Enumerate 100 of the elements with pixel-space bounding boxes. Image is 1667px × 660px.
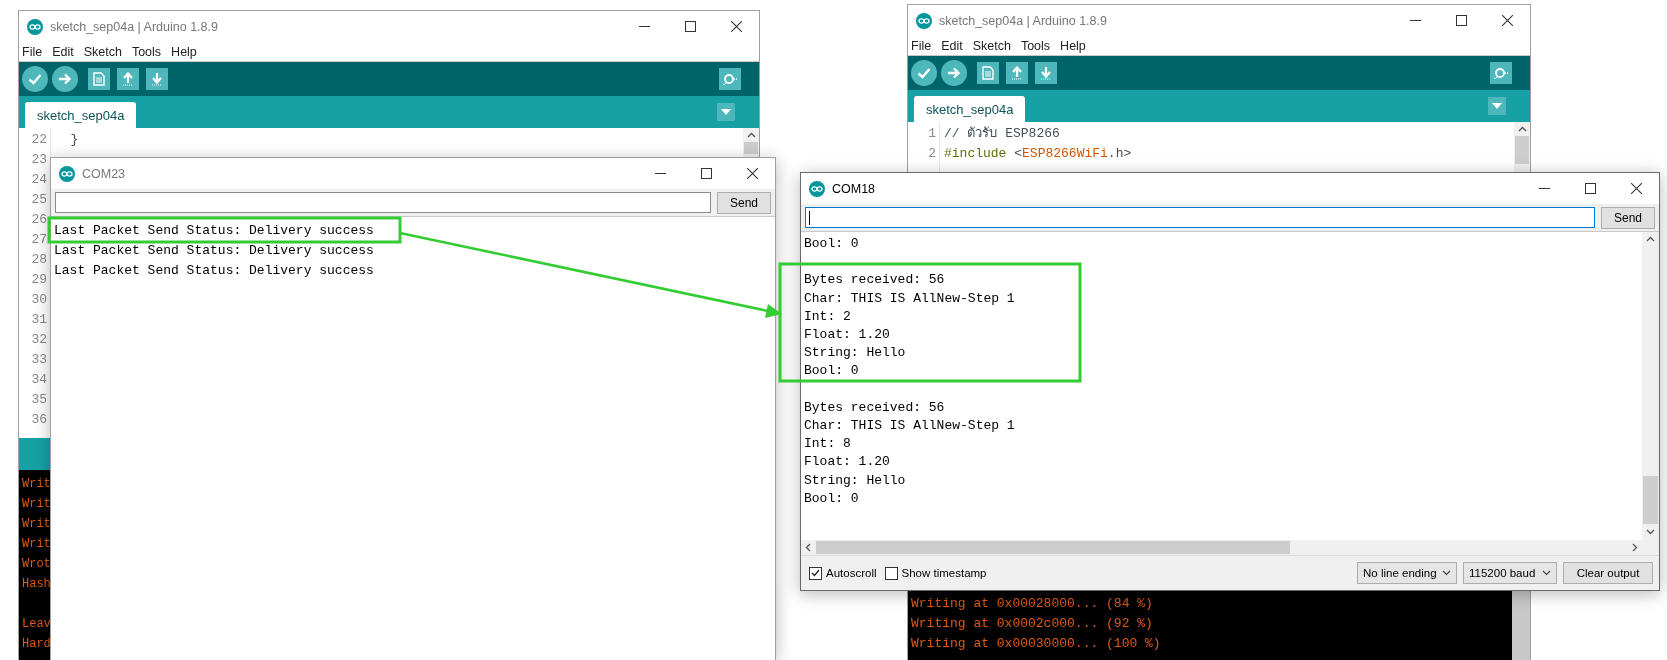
line-number: 31 (30, 311, 47, 329)
verify-button[interactable] (911, 60, 937, 86)
line-number: 23 (30, 151, 47, 169)
arrow-up-icon (122, 72, 134, 86)
console-line: Hash (22, 576, 51, 593)
magnifier-icon (722, 73, 738, 85)
file-tab[interactable]: sketch_sep04a (25, 102, 137, 128)
open-button[interactable] (117, 68, 139, 90)
tab-menu-button[interactable] (1488, 97, 1506, 115)
line-ending-dropdown[interactable]: No line ending (1357, 562, 1457, 584)
output-line: Bytes received: 56 (804, 274, 945, 287)
arduino-logo-icon (916, 12, 932, 29)
console-line: Writ (22, 496, 51, 513)
output-line: Bytes received: 56 (804, 401, 945, 414)
verify-button[interactable] (22, 66, 48, 92)
new-button[interactable] (977, 62, 999, 84)
menu-item[interactable]: Tools (130, 44, 163, 59)
console-line: Hard (22, 636, 51, 653)
output-line: Int: 8 (804, 438, 851, 451)
menu-item[interactable]: File (21, 44, 44, 59)
scrollbar-thumb[interactable] (1515, 136, 1529, 164)
serial-monitor-button[interactable] (1490, 62, 1512, 84)
file-tab[interactable]: sketch_sep04a (914, 96, 1026, 122)
window-title: COM23 (82, 166, 126, 181)
console-line: Writ (22, 516, 51, 533)
checkbox[interactable] (809, 566, 822, 580)
chevron-down-icon (1442, 570, 1451, 576)
output-line: Char: THIS IS AllNew-Step 1 (804, 420, 1015, 433)
menu-item[interactable]: Sketch (82, 44, 123, 59)
menu-item[interactable]: Edit (51, 44, 75, 59)
send-button[interactable]: Send (717, 191, 771, 214)
arduino-logo-icon (27, 18, 43, 35)
console-line: Writ (22, 476, 51, 493)
minimize-icon (654, 173, 666, 174)
output-line: Int: 2 (804, 310, 851, 323)
arrow-down-icon (151, 72, 163, 86)
chevron-up-icon[interactable] (1517, 126, 1527, 132)
message-field[interactable] (805, 207, 1595, 228)
document-icon (93, 72, 105, 86)
line-number: 29 (30, 271, 47, 289)
tab-menu-button[interactable] (717, 103, 735, 121)
serial-monitor-button[interactable] (719, 68, 741, 90)
maximize-icon (684, 21, 696, 32)
console-line: Writing at 0x00028000... (84 %) (911, 595, 1153, 613)
message-field[interactable] (55, 192, 711, 213)
code-line: // ตัวรับ ESP8266 (944, 125, 1061, 143)
scrollbar-thumb[interactable] (744, 142, 758, 154)
check-icon (917, 67, 931, 79)
line-number: 1 (927, 125, 936, 143)
output-line: String: Hello (804, 347, 906, 360)
upload-button[interactable] (52, 66, 78, 92)
maximize-icon (700, 168, 712, 179)
menu-item[interactable]: Help (170, 44, 198, 59)
line-number: 22 (30, 131, 47, 149)
code-line: #include <ESP8266WiFi.h> (944, 145, 1133, 163)
window-title: COM18 (832, 181, 876, 196)
output-line: String: Hello (804, 474, 906, 487)
minimize-icon (638, 26, 650, 27)
arduino-logo-icon (59, 165, 75, 182)
checkbox[interactable] (884, 566, 898, 580)
minimize-icon (1409, 20, 1421, 21)
save-button[interactable] (1035, 62, 1057, 84)
arduino-logo-icon (809, 180, 825, 197)
line-number: 35 (30, 391, 47, 409)
line-number: 30 (30, 291, 47, 309)
code-line: } (69, 131, 80, 149)
magnifier-icon (1493, 67, 1509, 79)
arrow-right-icon (947, 67, 961, 79)
maximize-icon (1455, 15, 1467, 26)
line-number: 28 (30, 251, 47, 269)
open-button[interactable] (1006, 62, 1028, 84)
output-line: Float: 1.20 (804, 329, 890, 342)
menu-item[interactable]: Edit (940, 38, 964, 53)
line-number: 36 (30, 411, 47, 429)
output-line: Last Packet Send Status: Delivery success (54, 224, 374, 238)
upload-button[interactable] (941, 60, 967, 86)
checkbox-label: Autoscroll (826, 567, 877, 579)
new-button[interactable] (88, 68, 110, 90)
minimize-icon (1538, 188, 1550, 189)
baud-rate-dropdown[interactable]: 115200 baud (1463, 562, 1557, 584)
send-button[interactable]: Send (1601, 206, 1655, 229)
window-title: sketch_sep04a | Arduino 1.8.9 (939, 13, 1107, 28)
chevron-down-icon (1542, 570, 1551, 576)
line-number: 26 (30, 211, 47, 229)
console-line: Writing at 0x00030000... (100 %) (911, 635, 1161, 653)
menu-item[interactable]: File (910, 38, 933, 53)
document-icon (982, 66, 994, 80)
menu-item[interactable]: Tools (1019, 38, 1052, 53)
console-line: Wrot (22, 556, 51, 573)
line-number: 34 (30, 371, 47, 389)
clear-output-button[interactable]: Clear output (1563, 562, 1653, 584)
scrollbar-thumb[interactable] (816, 541, 1290, 554)
checkbox-label: Show timestamp (901, 567, 987, 579)
menu-item[interactable]: Help (1059, 38, 1087, 53)
save-button[interactable] (146, 68, 168, 90)
menu-item[interactable]: Sketch (971, 38, 1012, 53)
scrollbar-thumb[interactable] (1643, 476, 1658, 524)
line-number: 2 (927, 145, 936, 163)
maximize-icon (1584, 183, 1596, 194)
chevron-up-icon[interactable] (746, 132, 756, 138)
